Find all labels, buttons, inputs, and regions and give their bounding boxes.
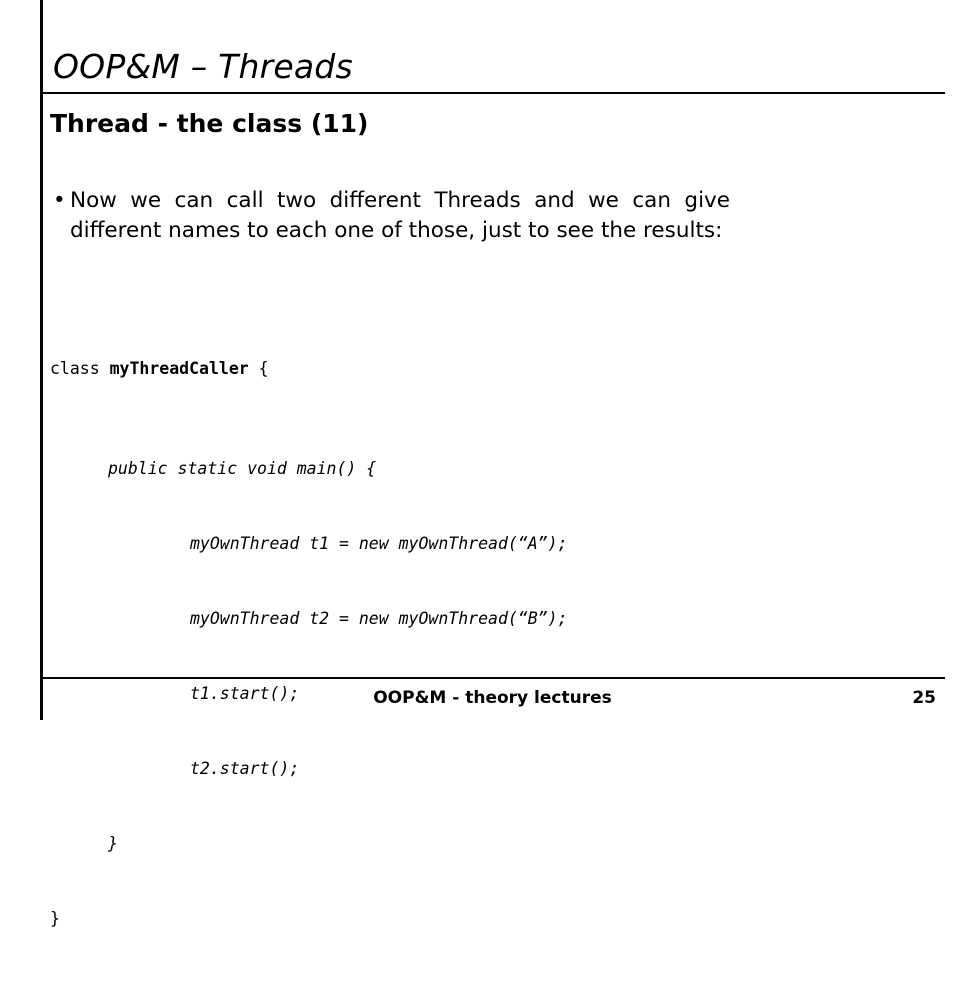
- code-line-thread-t2: myOwnThread t2 = new myOwnThread(“B”);: [190, 609, 568, 628]
- slide-page-number: 25: [912, 688, 936, 708]
- bullet-list-item: • Now we can call two different Threads a…: [50, 186, 730, 246]
- bullet-point-icon: •: [53, 188, 66, 213]
- code-line-thread-t1: myOwnThread t1 = new myOwnThread(“A”);: [190, 534, 568, 553]
- slide-title: OOP&M – Threads: [53, 47, 353, 86]
- code-line-close-class: }: [50, 909, 60, 928]
- bullet-item-text: Now we can call two different Threads an…: [70, 188, 730, 243]
- code-sample: class myThreadCaller { public static voi…: [50, 306, 568, 981]
- presentation-slide: OOP&M – Threads Thread - the class (11) …: [0, 0, 960, 928]
- left-vertical-rule: [40, 0, 43, 720]
- footer-label: OOP&M - theory lectures: [373, 688, 612, 708]
- code-line-close-method: }: [108, 834, 118, 853]
- code-open-brace: {: [248, 359, 269, 378]
- slide-subtitle: Thread - the class (11): [50, 109, 369, 138]
- slide-body: • Now we can call two different Threads a…: [50, 186, 930, 246]
- code-keyword-class: class: [50, 359, 110, 378]
- code-class-name: myThreadCaller: [109, 359, 249, 378]
- slide-footer: OOP&M - theory lectures 25: [40, 686, 945, 716]
- code-line-t2-start: t2.start();: [190, 759, 300, 778]
- title-divider: [40, 92, 945, 94]
- code-line-class-declaration: class myThreadCaller {: [50, 356, 568, 381]
- footer-divider: [40, 677, 945, 679]
- code-line-main-method: public static void main() {: [108, 459, 377, 478]
